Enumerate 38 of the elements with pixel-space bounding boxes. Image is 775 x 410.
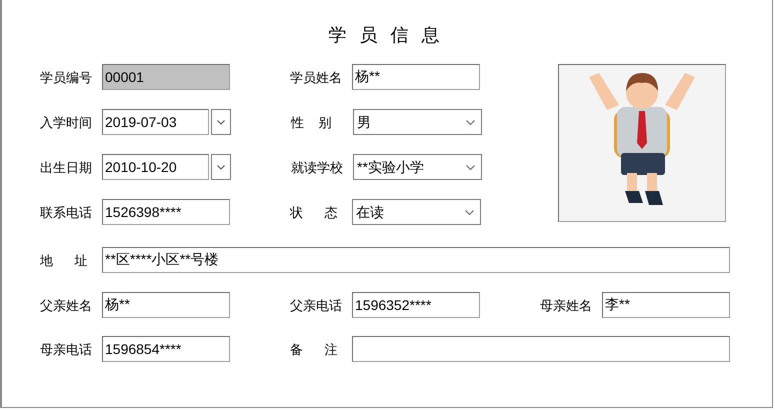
text-field[interactable]: 1596854**** <box>102 336 230 362</box>
field-label: 学员编号 <box>40 69 93 88</box>
field-label: 联系电话 <box>40 204 93 222</box>
chevron-down-icon <box>217 120 225 124</box>
notes-field[interactable] <box>352 336 730 362</box>
field-label: 出生日期 <box>40 159 93 178</box>
date-field[interactable]: 2019-07-03 <box>102 109 209 135</box>
field-label: 学员姓名 <box>290 69 343 88</box>
text-field[interactable]: 李** <box>602 292 730 318</box>
field-label: 地 址 <box>40 252 89 270</box>
address-field[interactable]: **区****小区**号楼 <box>102 247 730 273</box>
field-label: 状 态 <box>290 204 339 222</box>
chevron-down-icon <box>217 164 225 170</box>
field-label: 就读学校 <box>291 159 344 178</box>
field-label: 父亲姓名 <box>40 297 93 316</box>
form-title: 学 员 信 息 <box>328 24 444 47</box>
text-field[interactable]: 杨** <box>102 292 230 318</box>
field-label: 父亲电话 <box>290 297 343 316</box>
chevron-down-icon <box>466 164 475 170</box>
text-field[interactable]: 1596352**** <box>352 292 480 318</box>
dropdown[interactable]: 男 <box>353 109 482 135</box>
field-label: 性 别 <box>291 114 332 132</box>
field-label: 入学时间 <box>40 114 93 132</box>
date-picker-button[interactable] <box>211 109 231 135</box>
chevron-down-icon <box>466 120 475 124</box>
chevron-down-icon <box>465 210 474 214</box>
field-label: 母亲电话 <box>40 341 93 360</box>
dropdown-value: 在读 <box>356 202 384 222</box>
dropdown-value: **实验小学 <box>357 158 424 176</box>
dropdown[interactable]: **实验小学 <box>353 154 482 180</box>
field-label: 备 注 <box>290 341 339 360</box>
field-label: 母亲姓名 <box>540 297 593 316</box>
dropdown[interactable]: 在读 <box>352 199 481 225</box>
date-picker-button[interactable] <box>211 154 231 180</box>
text-field[interactable]: 1526398**** <box>102 199 230 225</box>
dropdown-value: 男 <box>357 112 371 132</box>
date-field[interactable]: 2010-10-20 <box>102 154 209 180</box>
text-field[interactable]: 杨** <box>352 64 480 90</box>
